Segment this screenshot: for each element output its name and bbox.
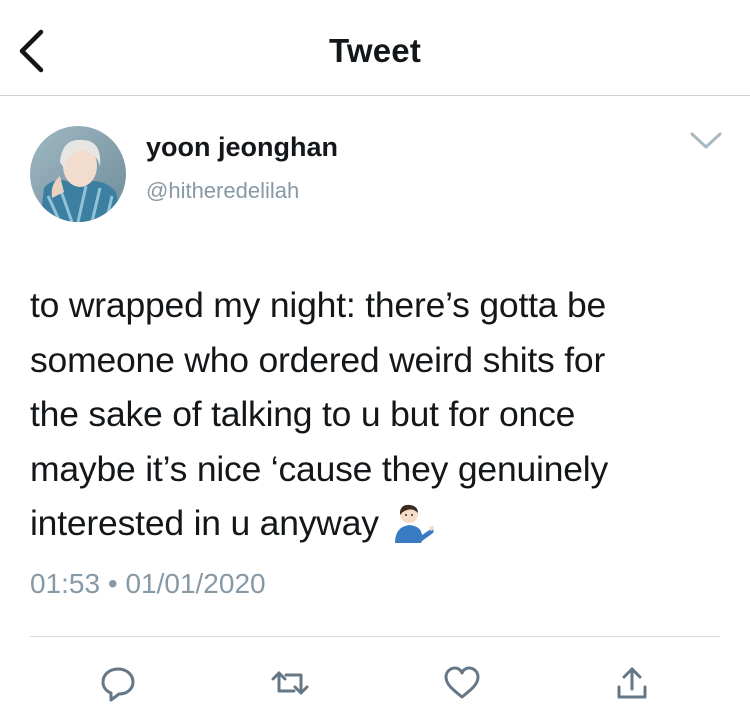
meta-separator: •: [107, 568, 118, 599]
tweet-time: 01:53: [30, 568, 101, 599]
retweet-button[interactable]: [268, 662, 312, 704]
like-button[interactable]: [440, 662, 484, 704]
chevron-down-icon: [690, 132, 722, 149]
reply-button[interactable]: [96, 662, 140, 704]
tweet-body: to wrapped my night: there’s gotta be so…: [30, 285, 609, 543]
more-options-button[interactable]: [686, 128, 726, 154]
top-bar: Tweet: [0, 0, 750, 96]
author-name[interactable]: yoon jeonghan: [146, 132, 338, 163]
divider: [30, 636, 720, 637]
page-title: Tweet: [328, 32, 422, 69]
retweet-icon: [271, 671, 309, 695]
author-handle[interactable]: @hitheredelilah: [146, 178, 299, 204]
person-shrugging-icon: [391, 503, 435, 543]
reply-icon: [101, 667, 135, 702]
avatar[interactable]: [30, 126, 126, 222]
tweet-date: 01/01/2020: [125, 568, 266, 599]
tweet-timestamp: 01:53 • 01/01/2020: [30, 568, 266, 600]
share-icon: [617, 667, 647, 699]
share-button[interactable]: [610, 662, 654, 704]
tweet-text: to wrapped my night: there’s gotta be so…: [30, 278, 730, 551]
like-icon: [444, 666, 480, 699]
